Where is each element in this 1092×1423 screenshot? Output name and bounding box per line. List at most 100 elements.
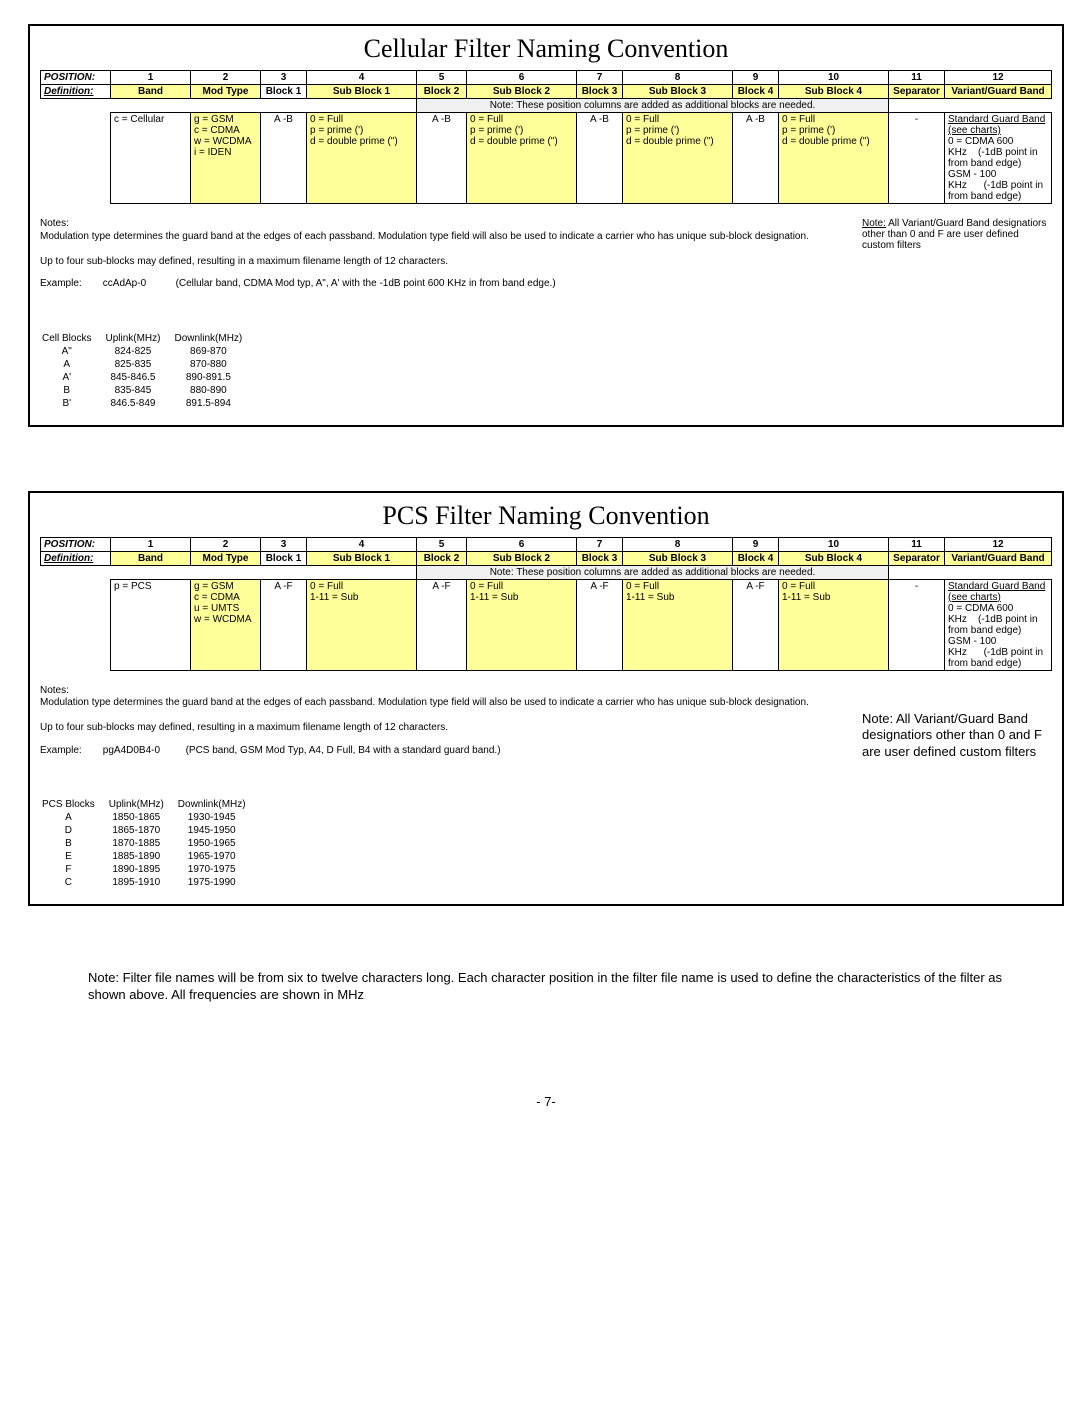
- uplink-header: Uplink(MHz): [109, 799, 176, 810]
- def-block4: Block 4: [733, 85, 779, 99]
- def-subblock4: Sub Block 4: [779, 85, 889, 99]
- table-row: E1885-18901965-1970: [42, 851, 258, 862]
- position-row: POSITION: 1 2 3 4 5 6 7 8 9 10 11 12: [41, 71, 1052, 85]
- def-subblock1: Sub Block 1: [307, 85, 417, 99]
- position-row: POSITION: 1 2 3 4 5 6 7 8 9 10 11 12: [41, 537, 1052, 551]
- cell-blocks: Cell Blocks Uplink(MHz) Downlink(MHz) A"…: [40, 331, 1052, 411]
- page-number: - 7-: [28, 1094, 1064, 1109]
- cellular-title: Cellular Filter Naming Convention: [40, 34, 1052, 64]
- mod-cdma: c = CDMA: [194, 125, 257, 136]
- definition-label: Definition:: [41, 85, 111, 99]
- subblock1-values: 0 = Full 1-11 = Sub: [307, 579, 417, 670]
- table-row: B1870-18851950-1965: [42, 838, 258, 849]
- mod-gsm: g = GSM: [194, 114, 257, 125]
- uplink-header: Uplink(MHz): [105, 333, 172, 344]
- pos-7: 7: [577, 71, 623, 85]
- sub-dprime: d = double prime ("): [310, 136, 413, 147]
- band-value: p = PCS: [111, 579, 191, 670]
- band-value: c = Cellular: [111, 113, 191, 204]
- pcs-title: PCS Filter Naming Convention: [40, 501, 1052, 531]
- table-row: A825-835870-880: [42, 359, 254, 370]
- table-row: B'846.5-849891.5-894: [42, 398, 254, 409]
- mod-wcdma: w = WCDMA: [194, 136, 257, 147]
- table-row: A"824-825869-870: [42, 346, 254, 357]
- pos-11: 11: [889, 71, 945, 85]
- pcs-blocks-title: PCS Blocks: [42, 799, 107, 810]
- definition-row: Definition: Band Mod Type Block 1 Sub Bl…: [41, 85, 1052, 99]
- table-row: B835-845880-890: [42, 385, 254, 396]
- mod-iden: i = IDEN: [194, 147, 257, 158]
- subblock3-values: 0 = Full 1-11 = Sub: [623, 579, 733, 670]
- def-variant: Variant/Guard Band: [945, 85, 1052, 99]
- position-label: POSITION:: [41, 537, 111, 551]
- additional-blocks-note-row: Note: These position columns are added a…: [41, 565, 1052, 579]
- def-block2: Block 2: [417, 85, 467, 99]
- pos-2: 2: [191, 71, 261, 85]
- example-label: Example:: [40, 745, 100, 758]
- cellular-example: Example: ccAdAp-0 (Cellular band, CDMA M…: [40, 278, 1052, 291]
- additional-blocks-note-row: Note: These position columns are added a…: [41, 99, 1052, 113]
- pos-12: 12: [945, 71, 1052, 85]
- pos-5: 5: [417, 71, 467, 85]
- def-separator: Separator: [889, 85, 945, 99]
- example-desc: (PCS band, GSM Mod Typ, A4, D Full, B4 w…: [186, 745, 501, 756]
- table-row: C1895-19101975-1990: [42, 877, 258, 888]
- def-block1: Block 1: [261, 85, 307, 99]
- def-modtype: Mod Type: [191, 85, 261, 99]
- pos-9: 9: [733, 71, 779, 85]
- subblock2-values: 0 = Full 1-11 = Sub: [467, 579, 577, 670]
- table-row: F1890-18951970-1975: [42, 864, 258, 875]
- sub-full: 0 = Full: [310, 114, 413, 125]
- subblock4-values: 0 = Full 1-11 = Sub: [779, 579, 889, 670]
- guard-band-values: Standard Guard Band (see charts) 0 = CDM…: [945, 579, 1052, 670]
- example-code: ccAdAp-0: [103, 278, 173, 291]
- table-row: A'845-846.5890-891.5: [42, 372, 254, 383]
- cellular-section: Cellular Filter Naming Convention POSITI…: [28, 24, 1064, 427]
- def-band: Band: [111, 85, 191, 99]
- block2-range: A -B: [417, 113, 467, 204]
- pos-3: 3: [261, 71, 307, 85]
- guard-band-values: Standard Guard Band (see charts) 0 = CDM…: [945, 113, 1052, 204]
- pos-8: 8: [623, 71, 733, 85]
- notes-label: Notes:: [40, 685, 1052, 698]
- example-code: pgA4D0B4-0: [103, 745, 183, 758]
- definition-label: Definition:: [41, 551, 111, 565]
- subblock4-values: 0 = Full p = prime (') d = double prime …: [779, 113, 889, 204]
- block4-range: A -B: [733, 113, 779, 204]
- pcs-blocks: PCS Blocks Uplink(MHz) Downlink(MHz) A18…: [40, 797, 1052, 890]
- definition-row: Definition: Band Mod Type Block 1 Sub Bl…: [41, 551, 1052, 565]
- pcs-table: POSITION: 1 2 3 4 5 6 7 8 9 10 11 12 Def…: [40, 537, 1052, 671]
- values-row: c = Cellular g = GSM c = CDMA w = WCDMA …: [41, 113, 1052, 204]
- additional-blocks-note: Note: These position columns are added a…: [417, 99, 889, 113]
- modtype-values: g = GSM c = CDMA u = UMTS w = WCDMA: [191, 579, 261, 670]
- pcs-side-note: Note: All Variant/Guard Band designatior…: [862, 711, 1052, 762]
- cell-blocks-title: Cell Blocks: [42, 333, 103, 344]
- separator-value: -: [889, 113, 945, 204]
- page-footnote: Note: Filter file names will be from six…: [88, 970, 1004, 1004]
- example-label: Example:: [40, 278, 100, 291]
- block1-range: A -B: [261, 113, 307, 204]
- cellular-side-note: Note: All Variant/Guard Band designatior…: [862, 218, 1052, 251]
- def-subblock2: Sub Block 2: [467, 85, 577, 99]
- pos-4: 4: [307, 71, 417, 85]
- values-row: p = PCS g = GSM c = CDMA u = UMTS w = WC…: [41, 579, 1052, 670]
- def-subblock3: Sub Block 3: [623, 85, 733, 99]
- pos-6: 6: [467, 71, 577, 85]
- subblock3-values: 0 = Full p = prime (') d = double prime …: [623, 113, 733, 204]
- cellular-table: POSITION: 1 2 3 4 5 6 7 8 9 10 11 12 Def…: [40, 70, 1052, 204]
- notes-p1: Modulation type determines the guard ban…: [40, 697, 1052, 710]
- pcs-section: PCS Filter Naming Convention POSITION: 1…: [28, 491, 1064, 907]
- downlink-header: Downlink(MHz): [174, 333, 254, 344]
- subblock1-values: 0 = Full p = prime (') d = double prime …: [307, 113, 417, 204]
- table-row: D1865-18701945-1950: [42, 825, 258, 836]
- subblock2-values: 0 = Full p = prime (') d = double prime …: [467, 113, 577, 204]
- block3-range: A -B: [577, 113, 623, 204]
- downlink-header: Downlink(MHz): [178, 799, 258, 810]
- guard-title: Standard Guard Band (see charts): [948, 114, 1048, 136]
- notes-p2: Up to four sub-blocks may defined, resul…: [40, 256, 1052, 269]
- position-label: POSITION:: [41, 71, 111, 85]
- def-block3: Block 3: [577, 85, 623, 99]
- table-row: A1850-18651930-1945: [42, 812, 258, 823]
- additional-blocks-note: Note: These position columns are added a…: [417, 565, 889, 579]
- example-desc: (Cellular band, CDMA Mod typ, A", A' wit…: [176, 278, 556, 289]
